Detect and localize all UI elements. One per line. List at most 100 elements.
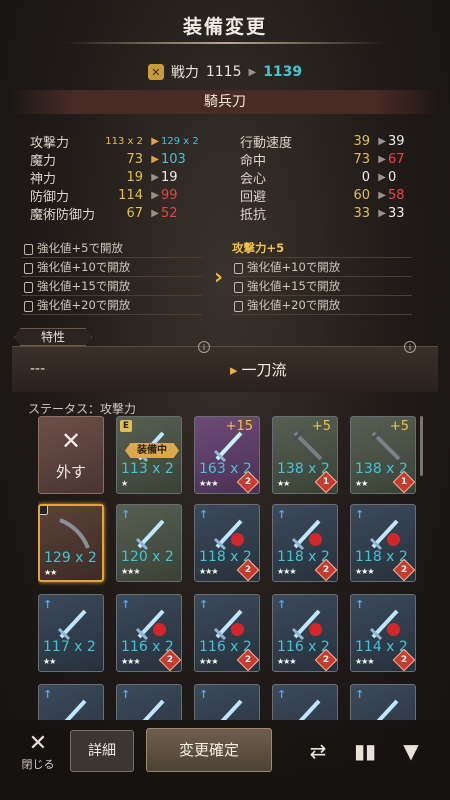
weapon-item[interactable]: ↑	[194, 684, 260, 720]
stat-row: 行動速度 39 ▶ 39	[240, 132, 420, 151]
arrow-icon: ▶	[378, 135, 386, 147]
rarity-stars: ★★★	[199, 657, 218, 666]
weapon-item[interactable]: ↑	[38, 684, 104, 720]
unequip-button[interactable]: ✕ 外す	[38, 416, 104, 494]
stat-row: 回避 60 ▶ 58	[240, 186, 420, 205]
sort-bars-icon[interactable]: ▮▮	[352, 738, 378, 764]
upgrade-arrow-icon: ↑	[121, 508, 131, 521]
stat-row: 攻撃力 113 x 2 ▶ 129 x 2	[30, 132, 215, 151]
arrow-icon: ▶	[378, 189, 386, 201]
tier-badge: 2	[314, 558, 337, 581]
skull-icon	[387, 533, 400, 546]
weapon-item[interactable]: ↑ 116 x 2 ★★★ 2	[272, 594, 338, 672]
sword-icon	[291, 519, 321, 551]
confirm-change-button[interactable]: 変更確定	[146, 728, 272, 772]
weapon-item[interactable]: ↑ 116 x 2 ★★★ 2	[116, 594, 182, 672]
stat-label: 神力	[30, 171, 57, 187]
bottom-bar: ✕ 閉じる 詳細 変更確定 ⇄ ▮▮ ▼	[0, 720, 450, 800]
rarity-stars: ★★	[277, 479, 290, 488]
sword-icon	[213, 519, 243, 551]
weapon-item[interactable]: +15 163 x 2 ★★★ 2	[194, 416, 260, 494]
unlock-text: 強化値+5で開放	[37, 241, 123, 255]
sword-icon	[213, 431, 243, 463]
stat-row: 会心 0 ▶ 0	[240, 168, 420, 187]
rarity-stars: ★★★	[121, 657, 140, 666]
weapon-value: 117 x 2	[43, 639, 96, 655]
rarity-stars: ★★★	[121, 567, 140, 576]
weapon-item[interactable]: ↑	[272, 684, 338, 720]
unlock-row: 強化値+15で開放	[232, 277, 412, 296]
sword-icon	[135, 609, 165, 641]
power-old: 1115	[205, 64, 242, 80]
weapon-item[interactable]: ↑	[116, 684, 182, 720]
upgrade-arrow-icon: ↑	[199, 598, 209, 611]
power-compare: ✕ 戦力 1115 ▶ 1139	[0, 60, 450, 84]
rarity-stars: ★★★	[199, 479, 218, 488]
dark-sword-icon	[291, 429, 323, 461]
unlock-text: 強化値+10で開放	[247, 260, 341, 274]
close-button[interactable]: ✕ 閉じる	[18, 732, 58, 772]
arrow-icon: ▶	[378, 207, 386, 219]
stat-new: 39	[388, 133, 405, 149]
trait-old: ---	[30, 361, 46, 377]
stat-old: 113 x 2	[105, 135, 143, 147]
sword-icon	[369, 609, 399, 641]
stat-label: 攻撃力	[30, 135, 70, 151]
weapon-item[interactable]: ↑ 116 x 2 ★★★ 2	[194, 594, 260, 672]
stat-new: 99	[161, 187, 178, 203]
lock-icon	[234, 300, 243, 312]
sword-icon	[135, 519, 165, 551]
upgrade-arrow-icon: ↑	[43, 688, 53, 701]
stat-new: 67	[388, 151, 405, 167]
upgrade-arrow-icon: ↑	[121, 598, 131, 611]
stat-old: 67	[126, 205, 143, 221]
stat-row: 防御力 114 ▶ 99	[30, 186, 215, 205]
info-icon[interactable]: i	[198, 341, 210, 353]
stat-new: 58	[388, 187, 405, 203]
unlock-text: 強化値+20で開放	[247, 298, 341, 312]
lock-icon	[234, 262, 243, 274]
rarity-stars: ★★★	[277, 657, 296, 666]
weapon-item-selected[interactable]: 129 x 2 ★★	[38, 504, 104, 582]
weapon-item[interactable]: +5 138 x 2 ★★ 1	[272, 416, 338, 494]
stat-label: 抵抗	[240, 207, 267, 223]
stat-old: 33	[353, 205, 370, 221]
sword-icon	[369, 519, 399, 551]
swap-icon[interactable]: ⇄	[305, 738, 331, 764]
stat-old: 114	[118, 187, 143, 203]
close-icon: ✕	[28, 731, 48, 756]
weapon-item[interactable]: ↑ 118 x 2 ★★★ 2	[194, 504, 260, 582]
weapon-item[interactable]: ↑	[350, 684, 416, 720]
stat-label: 行動速度	[240, 135, 293, 151]
weapon-item[interactable]: ↑ 117 x 2 ★★	[38, 594, 104, 672]
stat-old: 73	[126, 151, 143, 167]
weapon-item[interactable]: ↑ 120 x 2 ★★★	[116, 504, 182, 582]
upgrade-arrow-icon: ↑	[277, 598, 287, 611]
weapon-item[interactable]: +5 138 x 2 ★★ 1	[350, 416, 416, 494]
weapon-value: 113 x 2	[121, 461, 174, 477]
sword-icon	[376, 699, 399, 720]
weapon-item[interactable]: E 装備中 113 x 2 ★	[116, 416, 182, 494]
detail-button[interactable]: 詳細	[70, 730, 134, 772]
stat-row: 魔術防御力 67 ▶ 52	[30, 204, 215, 223]
filter-funnel-icon[interactable]: ▼	[398, 738, 424, 764]
weapon-item[interactable]: ↑ 114 x 2 ★★★ 2	[350, 594, 416, 672]
unlocks-new: 攻撃力+5 強化値+10で開放 強化値+15で開放 強化値+20で開放	[232, 239, 412, 315]
arrow-icon: ▶	[151, 171, 159, 183]
upgrade-arrow-icon: ↑	[355, 688, 365, 701]
info-icon[interactable]: i	[404, 341, 416, 353]
stat-label: 防御力	[30, 189, 70, 205]
tier-badge: 2	[236, 470, 259, 493]
weapon-item[interactable]: ↑ 118 x 2 ★★★ 2	[350, 504, 416, 582]
upgrade-arrow-icon: ↑	[355, 598, 365, 611]
upgrade-arrow-icon: ↑	[277, 508, 287, 521]
unlock-row: 強化値+15で開放	[22, 277, 202, 296]
arrow-icon: ▶	[151, 135, 159, 147]
upgrade-arrow-icon: ↑	[199, 508, 209, 521]
scrollbar[interactable]	[420, 416, 423, 476]
equipped-tag: 装備中	[125, 443, 179, 458]
sword-icon	[64, 699, 87, 720]
lock-icon	[40, 506, 48, 515]
stat-new: 52	[161, 205, 178, 221]
weapon-item[interactable]: ↑ 118 x 2 ★★★ 2	[272, 504, 338, 582]
